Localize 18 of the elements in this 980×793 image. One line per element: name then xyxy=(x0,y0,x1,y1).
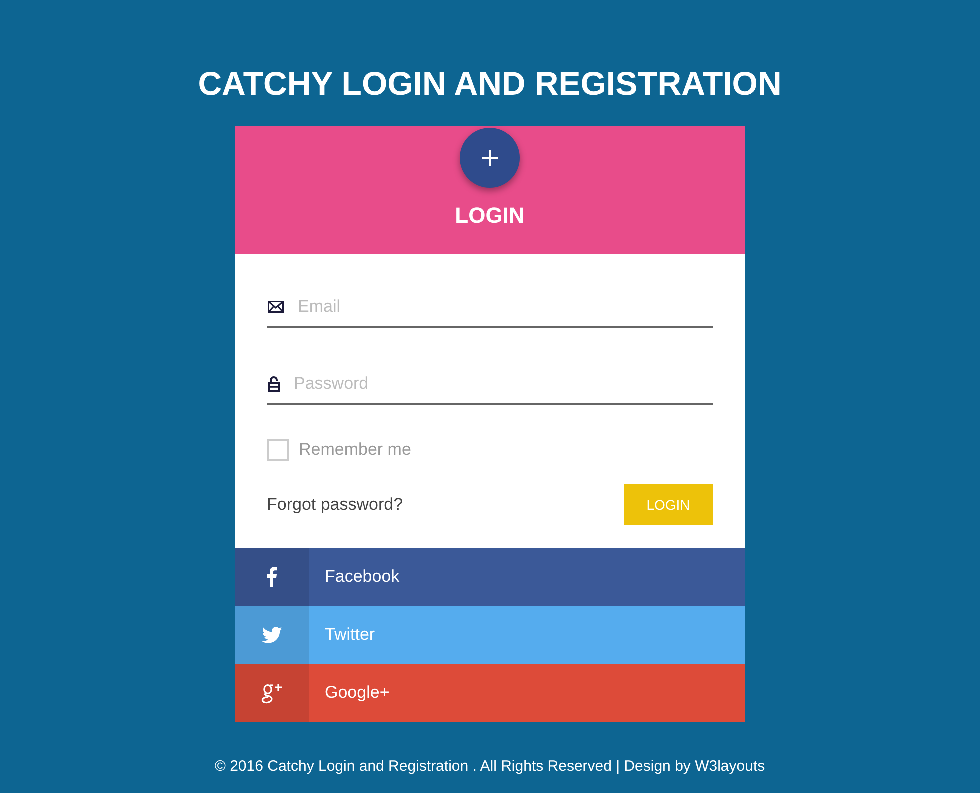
footer-text: © 2016 Catchy Login and Registration . All Rights Reserved | Design by W3layouts xyxy=(214,757,766,777)
social-login-button[interactable]: Facebook xyxy=(235,548,745,606)
add-button[interactable] xyxy=(460,128,520,188)
email-input[interactable]: Email xyxy=(298,295,713,319)
f-letter-icon xyxy=(267,567,277,587)
envelope-icon xyxy=(268,301,284,313)
forgot-password-link[interactable]: Forgot password? xyxy=(267,494,404,514)
g-plus-icon xyxy=(261,682,283,704)
card-title: LOGIN xyxy=(455,202,525,230)
remember-label: Remember me xyxy=(299,440,412,460)
page-title: CATCHY LOGIN AND REGISTRATION xyxy=(198,64,782,104)
lock-icon xyxy=(268,376,280,392)
social-login-button[interactable]: Google+ xyxy=(235,664,745,722)
password-input[interactable]: Password xyxy=(294,372,713,396)
remember-checkbox[interactable] xyxy=(267,439,289,461)
plus-icon xyxy=(482,150,498,166)
bird-icon xyxy=(262,626,282,644)
social-login-button[interactable]: Twitter xyxy=(235,606,745,664)
